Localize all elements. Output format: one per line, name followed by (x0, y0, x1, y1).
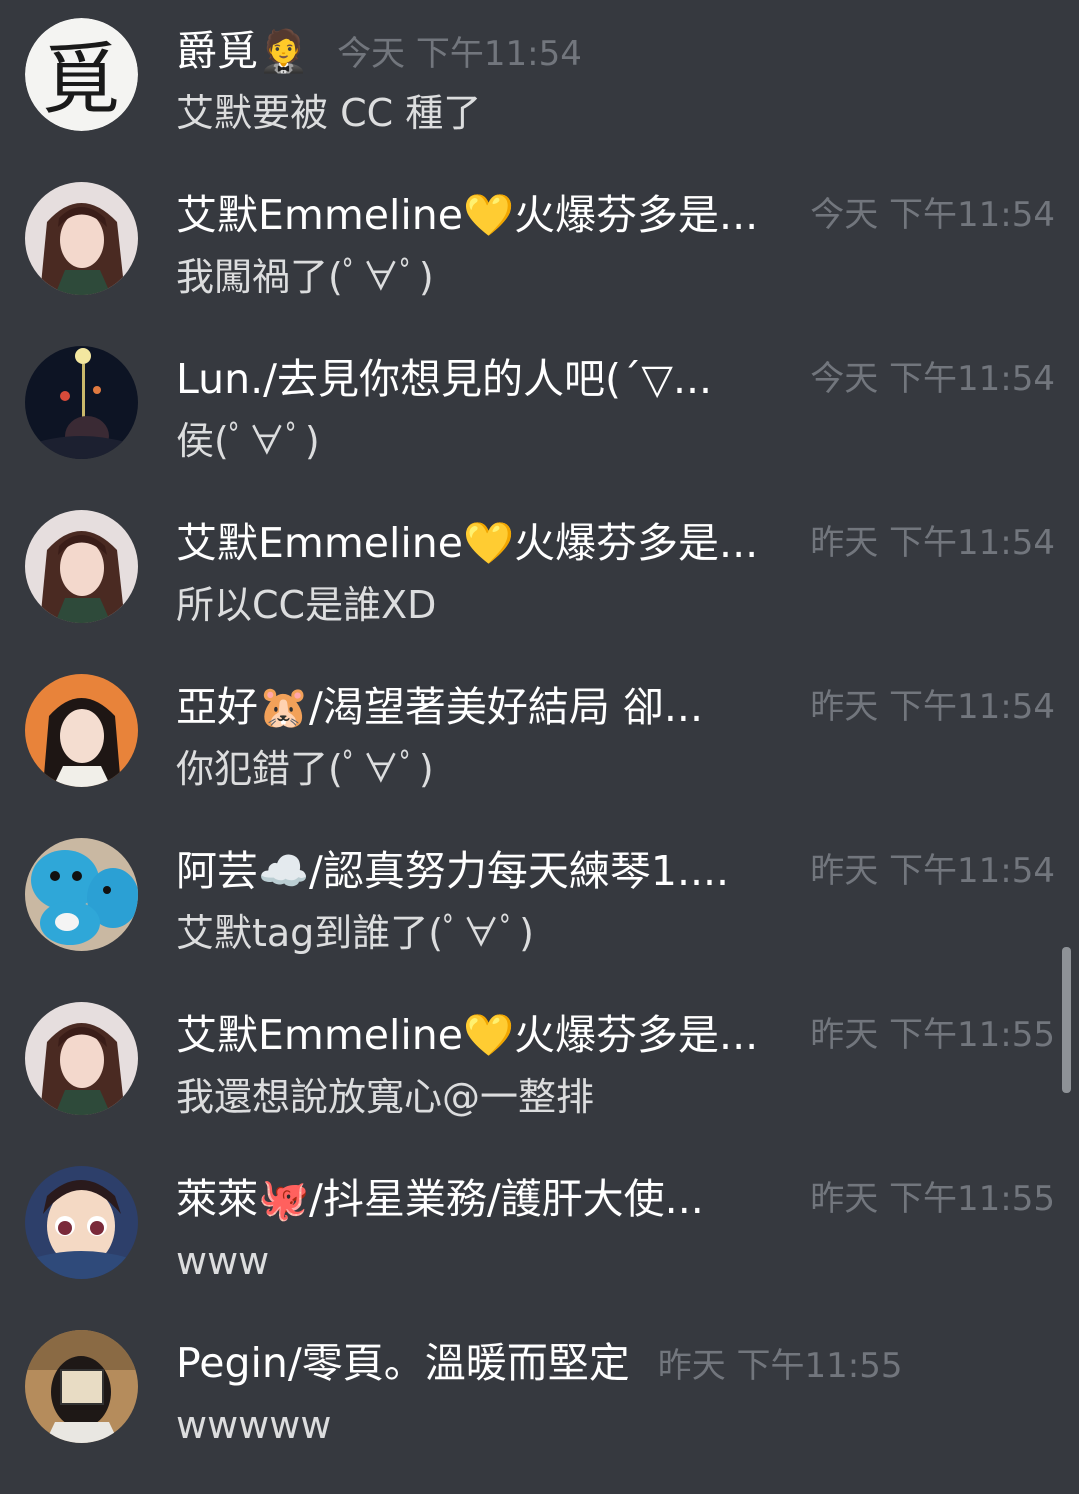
svg-text:覓: 覓 (42, 35, 120, 125)
timestamp: 今天 下午11:54 (810, 195, 1055, 235)
avatar[interactable] (25, 838, 138, 951)
avatar[interactable]: 覓 (25, 18, 138, 131)
username[interactable]: Pegin/零頁。溫暖而堅定 (176, 1338, 630, 1388)
message-text: 你犯錯了(ﾟ∀ﾟ) (176, 747, 434, 791)
message-text: 艾默tag到誰了(ﾟ∀ﾟ) (176, 911, 534, 955)
message-text: 所以CC是誰XD (176, 583, 437, 627)
username[interactable]: 萊萊🐙/抖星業務/護肝大使... (176, 1174, 806, 1224)
avatar[interactable] (25, 182, 138, 295)
message-item: Pegin/零頁。溫暖而堅定 昨天 下午11:55 wwwww (0, 1330, 1079, 1494)
message-item: 艾默Emmeline💛火爆芬多是... 昨天 下午11:55 我還想說放寬心@一… (0, 1002, 1079, 1166)
username[interactable]: 艾默Emmeline💛火爆芬多是... (176, 518, 806, 568)
message-item: Lun./去見你想見的人吧(´▽... 今天 下午11:54 侯(ﾟ∀ﾟ) (0, 346, 1079, 510)
message-item: 萊萊🐙/抖星業務/護肝大使... 昨天 下午11:55 www (0, 1166, 1079, 1330)
message-item: 艾默Emmeline💛火爆芬多是... 昨天 下午11:54 所以CC是誰XD (0, 510, 1079, 674)
username[interactable]: 亞好🐹/渴望著美好結局 卻... (176, 682, 806, 732)
username[interactable]: 爵覓🤵 (176, 26, 309, 76)
avatar[interactable] (25, 1002, 138, 1115)
avatar[interactable] (25, 1166, 138, 1279)
timestamp: 昨天 下午11:55 (810, 1015, 1055, 1055)
message-item: 艾默Emmeline💛火爆芬多是... 今天 下午11:54 我闖禍了(ﾟ∀ﾟ) (0, 182, 1079, 346)
timestamp: 昨天 下午11:54 (810, 851, 1055, 891)
avatar[interactable] (25, 1330, 138, 1443)
message-text: www (176, 1239, 270, 1283)
username[interactable]: 阿芸☁️/認真努力每天練琴1.... (176, 846, 806, 896)
timestamp: 昨天 下午11:55 (810, 1179, 1055, 1219)
message-item: 亞好🐹/渴望著美好結局 卻... 昨天 下午11:54 你犯錯了(ﾟ∀ﾟ) (0, 674, 1079, 838)
avatar[interactable] (25, 346, 138, 459)
avatar[interactable] (25, 674, 138, 787)
message-text: 我還想說放寬心@一整排 (176, 1075, 595, 1119)
timestamp: 昨天 下午11:55 (657, 1346, 903, 1386)
scrollbar[interactable] (1062, 947, 1071, 1093)
message-item: 阿芸☁️/認真努力每天練琴1.... 昨天 下午11:54 艾默tag到誰了(ﾟ… (0, 838, 1079, 1002)
username[interactable]: 艾默Emmeline💛火爆芬多是... (176, 190, 806, 240)
username[interactable]: 艾默Emmeline💛火爆芬多是... (176, 1010, 806, 1060)
timestamp: 今天 下午11:54 (337, 34, 582, 74)
username[interactable]: Lun./去見你想見的人吧(´▽... (176, 354, 806, 404)
message-text: 艾默要被 CC 種了 (176, 91, 482, 135)
message-text: 侯(ﾟ∀ﾟ) (176, 419, 320, 463)
timestamp: 昨天 下午11:54 (810, 523, 1055, 563)
message-text: wwwww (176, 1403, 332, 1447)
timestamp: 昨天 下午11:54 (810, 687, 1055, 727)
timestamp: 今天 下午11:54 (810, 359, 1055, 399)
message-text: 我闖禍了(ﾟ∀ﾟ) (176, 255, 434, 299)
avatar[interactable] (25, 510, 138, 623)
message-item: 覓 爵覓🤵 今天 下午11:54 艾默要被 CC 種了 (0, 18, 1079, 182)
